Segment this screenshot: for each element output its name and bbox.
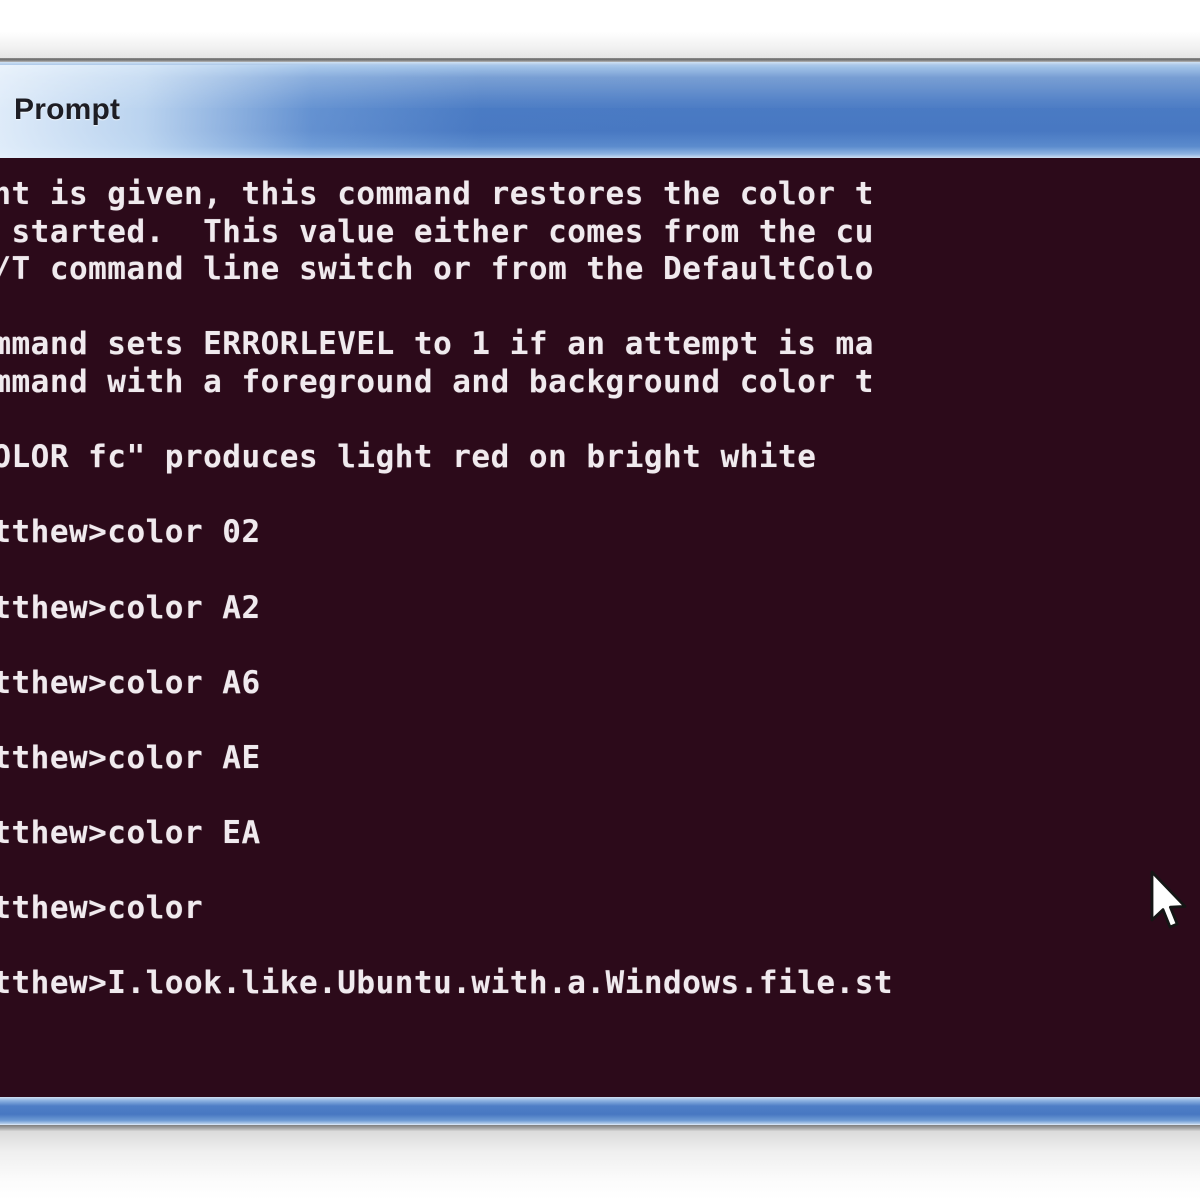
desktop-backdrop-top bbox=[0, 0, 1200, 58]
console-line: Matthew>color AE bbox=[0, 739, 261, 776]
console-line: Matthew>color bbox=[0, 890, 204, 927]
console-line: Matthew>I.look.like.Ubuntu.with.a.Window… bbox=[0, 965, 894, 1002]
window-bottom-frame bbox=[0, 1097, 1200, 1125]
console-line: ment is given, this command restores the… bbox=[0, 176, 874, 212]
console-client-area[interactable]: ment is given, this command restores the… bbox=[0, 158, 1200, 1103]
window-title: Prompt bbox=[14, 93, 121, 126]
console-line: Matthew>color A2 bbox=[0, 589, 261, 626]
screenshot-root: Prompt ment is given, this command resto… bbox=[0, 0, 1200, 1200]
desktop-backdrop-bottom bbox=[0, 1131, 1200, 1200]
window-titlebar[interactable]: Prompt bbox=[0, 62, 1200, 158]
console-line: Matthew>color 02 bbox=[0, 514, 261, 551]
console-line: "COLOR fc" produces light red on bright … bbox=[0, 439, 817, 476]
console-line: e /T command line switch or from the Def… bbox=[0, 251, 874, 288]
console-line: XE started. This value either comes from… bbox=[0, 213, 874, 250]
console-line: Matthew>color EA bbox=[0, 815, 261, 852]
console-line: Matthew>color A6 bbox=[0, 664, 261, 701]
console-text-buffer: ment is given, this command restores the… bbox=[0, 176, 1200, 1003]
console-line: command with a foreground and background… bbox=[0, 363, 874, 400]
titlebar-highlight-line bbox=[0, 62, 1200, 65]
console-line: command sets ERRORLEVEL to 1 if an attem… bbox=[0, 326, 874, 363]
titlebar-glass-sheen bbox=[0, 62, 1200, 108]
command-prompt-window[interactable]: Prompt ment is given, this command resto… bbox=[0, 62, 1200, 1125]
